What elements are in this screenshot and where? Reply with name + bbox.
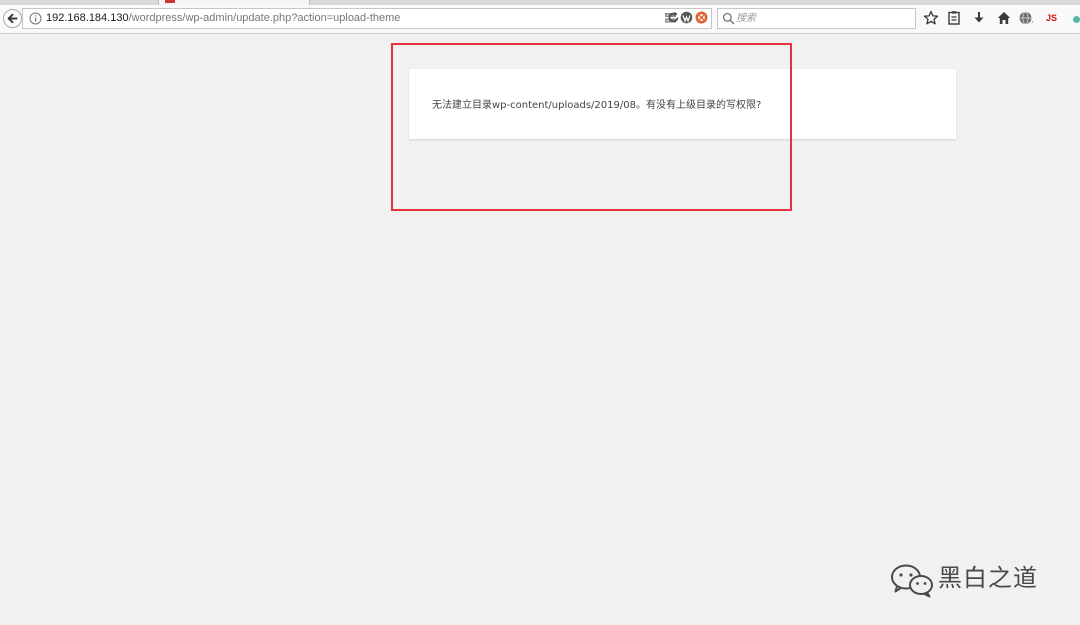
js-badge[interactable]: JS [1046, 13, 1057, 23]
search-bar[interactable] [717, 8, 916, 29]
url-path: /wordpress/wp-admin/update.php?action=up… [128, 12, 401, 24]
url-bar[interactable]: 192.168.184.130/wordpress/wp-admin/updat… [22, 8, 712, 29]
home-icon[interactable] [996, 10, 1012, 26]
overflow-indicator-icon[interactable] [1073, 16, 1080, 23]
url-text[interactable]: 192.168.184.130/wordpress/wp-admin/updat… [46, 12, 400, 25]
search-icon [722, 12, 735, 25]
info-icon[interactable] [29, 12, 42, 25]
wechat-icon [891, 564, 933, 598]
download-icon[interactable] [971, 10, 987, 26]
clipboard-icon[interactable] [946, 10, 962, 26]
globe-icon[interactable] [1018, 10, 1034, 26]
watermark-text: 黑白之道 [938, 564, 1038, 592]
highlight-annotation-box [391, 43, 792, 211]
browser-toolbar: 192.168.184.130/wordpress/wp-admin/updat… [0, 5, 1080, 34]
back-arrow-icon [7, 13, 18, 24]
search-input[interactable] [736, 11, 906, 26]
watermark: 黑白之道 [888, 560, 1048, 600]
reload-icon[interactable] [666, 10, 681, 25]
back-button[interactable] [3, 9, 22, 28]
wordpress-icon[interactable] [680, 9, 693, 28]
extension-icon[interactable] [694, 10, 709, 25]
url-host: 192.168.184.130 [46, 12, 129, 24]
star-icon[interactable] [923, 10, 939, 26]
tab-favicon-icon [165, 0, 175, 3]
